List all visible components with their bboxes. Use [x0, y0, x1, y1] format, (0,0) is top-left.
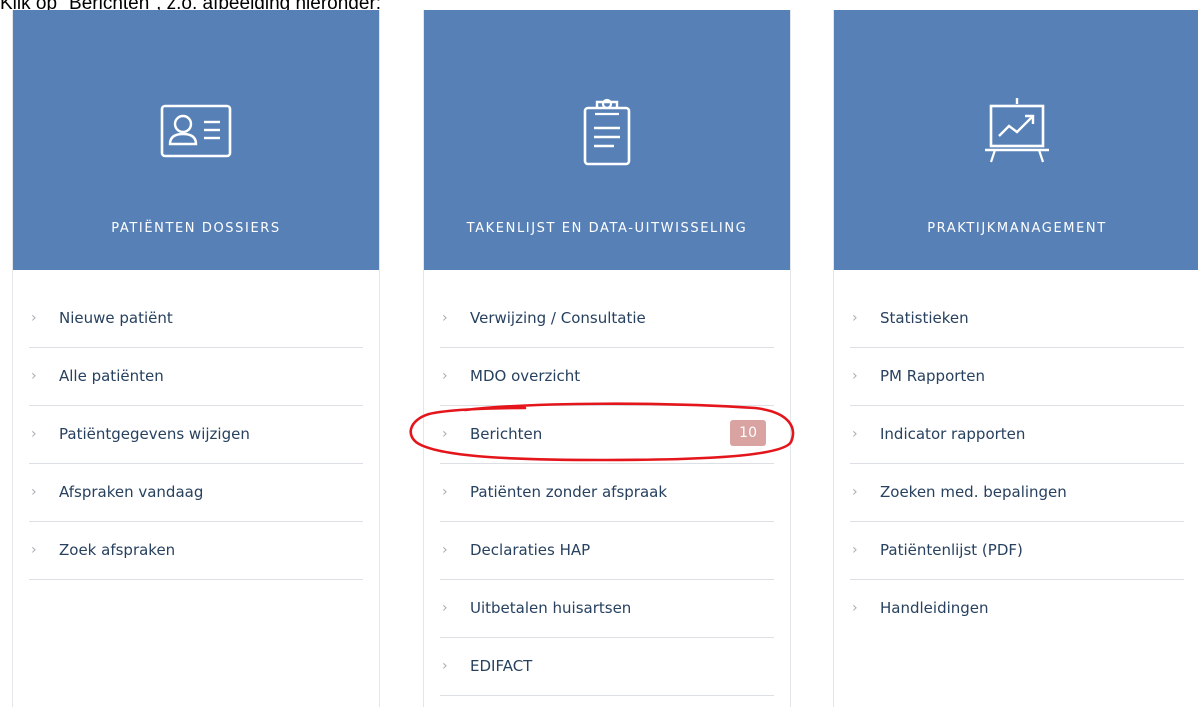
menu-item-label: PM Rapporten	[880, 367, 986, 385]
menu-item-label: Patiëntenlijst (PDF)	[880, 541, 1023, 559]
presentation-chart-icon	[985, 98, 1049, 163]
chevron-right-icon: ›	[852, 426, 858, 442]
menu-item-afspraken-vandaag[interactable]: › Afspraken vandaag	[29, 464, 363, 522]
chevron-right-icon: ›	[852, 310, 858, 326]
menu-item-edifact[interactable]: › EDIFACT	[440, 638, 774, 696]
menu-item-label: Nieuwe patiënt	[59, 309, 173, 327]
menu-item-label: Zoeken med. bepalingen	[880, 483, 1067, 501]
menu-item-mdo-overzicht[interactable]: › MDO overzicht	[440, 348, 774, 406]
chevron-right-icon: ›	[442, 600, 448, 616]
menu-item-label: Alle patiënten	[59, 367, 164, 385]
menu-item-zoek-afspraken[interactable]: › Zoek afspraken	[29, 522, 363, 580]
card-header-patient-dossiers[interactable]: PATIËNTEN DOSSIERS	[13, 10, 379, 270]
menu-item-patientenlijst-pdf[interactable]: › Patiëntenlijst (PDF)	[850, 522, 1184, 580]
card-title: PRAKTIJKMANAGEMENT	[927, 221, 1107, 236]
menu-item-indicator-rapporten[interactable]: › Indicator rapporten	[850, 406, 1184, 464]
menu-item-patientgegevens-wijzigen[interactable]: › Patiëntgegevens wijzigen	[29, 406, 363, 464]
chevron-right-icon: ›	[31, 542, 37, 558]
chevron-right-icon: ›	[442, 310, 448, 326]
menu-list: › Statistieken › PM Rapporten › Indicator r…	[834, 290, 1198, 637]
menu-item-label: Indicator rapporten	[880, 425, 1026, 443]
menu-item-label: EDIFACT	[470, 657, 533, 675]
chevron-right-icon: ›	[442, 368, 448, 384]
card-takenlijst: TAKENLIJST EN DATA-UITWISSELING › Verwijz…	[423, 10, 791, 707]
menu-item-berichten[interactable]: › Berichten 10	[440, 406, 774, 464]
menu-item-label: Uitbetalen huisartsen	[470, 599, 632, 617]
menu-item-nieuwe-patient[interactable]: › Nieuwe patiënt	[29, 290, 363, 348]
menu-item-pm-rapporten[interactable]: › PM Rapporten	[850, 348, 1184, 406]
menu-item-uitbetalen-huisartsen[interactable]: › Uitbetalen huisartsen	[440, 580, 774, 638]
chevron-right-icon: ›	[442, 658, 448, 674]
menu-item-patienten-zonder-afspraak[interactable]: › Patiënten zonder afspraak	[440, 464, 774, 522]
menu-item-alle-patienten[interactable]: › Alle patiënten	[29, 348, 363, 406]
chevron-right-icon: ›	[852, 484, 858, 500]
chevron-right-icon: ›	[442, 484, 448, 500]
chevron-right-icon: ›	[31, 426, 37, 442]
menu-list: › Verwijzing / Consultatie › MDO overzicht…	[424, 290, 790, 696]
menu-item-declaraties-hap[interactable]: › Declaraties HAP	[440, 522, 774, 580]
unread-count-badge: 10	[730, 420, 766, 446]
menu-item-label: Patiënten zonder afspraak	[470, 483, 668, 501]
card-patient-dossiers: PATIËNTEN DOSSIERS › Nieuwe patiënt › Alle…	[12, 10, 380, 707]
menu-item-zoeken-med-bepalingen[interactable]: › Zoeken med. bepalingen	[850, 464, 1184, 522]
menu-item-label: Declaraties HAP	[470, 541, 591, 559]
menu-item-label: Zoek afspraken	[59, 541, 176, 559]
chevron-right-icon: ›	[442, 542, 448, 558]
card-title: PATIËNTEN DOSSIERS	[111, 221, 281, 236]
chevron-right-icon: ›	[442, 426, 448, 442]
menu-item-label: Verwijzing / Consultatie	[470, 309, 646, 327]
menu-item-handleidingen[interactable]: › Handleidingen	[850, 580, 1184, 637]
patient-id-card-icon	[160, 104, 232, 158]
chevron-right-icon: ›	[852, 368, 858, 384]
clipboard-icon	[583, 98, 631, 166]
menu-item-label: MDO overzicht	[470, 367, 581, 385]
menu-item-label: Statistieken	[880, 309, 969, 327]
card-praktijkmanagement: PRAKTIJKMANAGEMENT › Statistieken › PM Rap…	[833, 10, 1198, 707]
menu-item-label: Handleidingen	[880, 599, 989, 617]
chevron-right-icon: ›	[31, 368, 37, 384]
menu-item-label: Patiëntgegevens wijzigen	[59, 425, 250, 443]
menu-item-label: Afspraken vandaag	[59, 483, 204, 501]
chevron-right-icon: ›	[852, 542, 858, 558]
chevron-right-icon: ›	[852, 600, 858, 616]
menu-item-label: Berichten	[470, 425, 543, 443]
card-header-praktijkmanagement[interactable]: PRAKTIJKMANAGEMENT	[834, 10, 1198, 270]
menu-item-verwijzing-consultatie[interactable]: › Verwijzing / Consultatie	[440, 290, 774, 348]
menu-item-statistieken[interactable]: › Statistieken	[850, 290, 1184, 348]
chevron-right-icon: ›	[31, 310, 37, 326]
card-title: TAKENLIJST EN DATA-UITWISSELING	[466, 221, 748, 236]
card-header-takenlijst[interactable]: TAKENLIJST EN DATA-UITWISSELING	[424, 10, 790, 270]
menu-list: › Nieuwe patiënt › Alle patiënten › Patiënt…	[13, 290, 379, 580]
chevron-right-icon: ›	[31, 484, 37, 500]
